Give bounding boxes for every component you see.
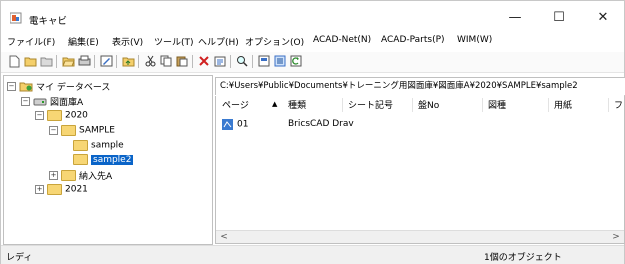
menu-acad-parts[interactable]: ACAD-Parts(P) xyxy=(381,35,445,45)
folder-icon xyxy=(47,110,62,121)
view-large-icon[interactable] xyxy=(257,54,271,68)
database-icon xyxy=(19,82,33,92)
title-bar: 電キャビ — ☐ ✕ xyxy=(1,1,624,31)
tree-item-sample2[interactable]: sample2 xyxy=(73,154,134,166)
folder-icon xyxy=(73,140,88,151)
properties-icon[interactable] xyxy=(213,54,227,68)
collapse-icon[interactable]: − xyxy=(49,126,58,135)
main-window: 電キャビ — ☐ ✕ ファイル(F) 編集(E) 表示(V) ツール(T) ヘル… xyxy=(0,0,625,264)
path-bar: C:¥Users¥Public¥Documents¥トレーニング用図面庫¥図面庫… xyxy=(215,77,625,95)
tree-item-sample[interactable]: sample xyxy=(73,140,124,152)
toolbar-separator xyxy=(252,55,253,68)
column-header-more[interactable]: フ xyxy=(614,98,623,111)
column-header-paper[interactable]: 用紙 xyxy=(554,98,572,111)
tree-item-2021[interactable]: +2021 xyxy=(35,184,88,196)
column-divider[interactable] xyxy=(482,98,483,112)
tree-item-sample-folder[interactable]: − SAMPLE xyxy=(49,125,115,137)
close-button[interactable]: ✕ xyxy=(581,1,625,31)
refresh-icon[interactable] xyxy=(289,54,303,68)
folder-icon xyxy=(47,184,62,195)
folder-open-icon xyxy=(73,154,88,165)
toolbar xyxy=(1,52,624,73)
status-text: レディ xyxy=(6,253,33,263)
row-type: BricsCAD Drav xyxy=(288,119,354,129)
column-divider[interactable] xyxy=(608,98,609,112)
cut-icon[interactable] xyxy=(143,54,157,68)
toolbar-separator xyxy=(56,55,57,68)
tree-item-client-a[interactable]: + 納入先A xyxy=(49,169,112,182)
copy-icon[interactable] xyxy=(159,54,173,68)
menu-file[interactable]: ファイル(F) xyxy=(7,35,55,48)
folder-icon xyxy=(61,125,76,136)
menu-wim[interactable]: WIM(W) xyxy=(457,35,492,45)
collapse-icon[interactable]: − xyxy=(7,82,16,91)
menu-help[interactable]: ヘルプ(H) xyxy=(198,35,239,48)
toolbar-separator xyxy=(230,55,231,68)
paste-icon[interactable] xyxy=(175,54,189,68)
column-header-page[interactable]: ページ xyxy=(222,98,249,111)
toolbar-separator xyxy=(94,55,95,68)
horizontal-scrollbar[interactable]: < > xyxy=(216,230,624,243)
column-header-panel-no[interactable]: 盤No xyxy=(418,98,439,111)
up-folder-icon[interactable] xyxy=(121,54,135,68)
maximize-button[interactable]: ☐ xyxy=(537,1,581,31)
column-divider[interactable] xyxy=(412,98,413,112)
column-header-type[interactable]: 種類 xyxy=(288,98,306,111)
object-count: 1個のオブジェクト xyxy=(484,253,562,263)
row-page: 01 xyxy=(237,119,249,130)
menu-options[interactable]: オプション(O) xyxy=(245,35,304,48)
new-icon[interactable] xyxy=(7,54,21,68)
open-icon[interactable] xyxy=(23,54,37,68)
file-list[interactable]: ページ ▲ 種類 シート記号 盤No 図種 用紙 フ 01 BricsCAD D… xyxy=(215,96,625,244)
column-divider[interactable] xyxy=(548,98,549,112)
folder-icon xyxy=(61,170,76,181)
cad-file-icon xyxy=(222,119,233,130)
menu-edit[interactable]: 編集(E) xyxy=(68,35,99,48)
menu-acad-net[interactable]: ACAD-Net(N) xyxy=(313,35,371,45)
scroll-right-icon[interactable]: > xyxy=(610,231,622,243)
print-icon[interactable] xyxy=(77,54,91,68)
delete-icon[interactable] xyxy=(197,54,211,68)
collapse-icon[interactable]: − xyxy=(21,97,30,106)
sort-up-icon: ▲ xyxy=(272,100,278,108)
drive-icon xyxy=(33,98,47,106)
toolbar-separator xyxy=(192,55,193,68)
minimize-button[interactable]: — xyxy=(493,1,537,31)
table-row[interactable]: 01 xyxy=(222,119,248,131)
folder-open-icon[interactable] xyxy=(61,54,75,68)
column-header-drawing-type[interactable]: 図種 xyxy=(488,98,506,111)
menu-bar: ファイル(F) 編集(E) 表示(V) ツール(T) ヘルプ(H) オプション(… xyxy=(1,33,624,49)
toolbar-separator xyxy=(116,55,117,68)
expand-icon[interactable]: + xyxy=(49,171,58,180)
menu-tools[interactable]: ツール(T) xyxy=(154,35,194,48)
tree-item-library[interactable]: − 図面庫A xyxy=(21,95,83,108)
menu-view[interactable]: 表示(V) xyxy=(112,35,143,48)
tree-item-2020[interactable]: −2020 xyxy=(35,110,88,122)
edit-icon[interactable] xyxy=(99,54,113,68)
toolbar-separator xyxy=(138,55,139,68)
status-bar: レディ 1個のオブジェクト xyxy=(1,245,624,264)
window-title: 電キャビ xyxy=(29,16,68,27)
column-divider[interactable] xyxy=(342,98,343,112)
scroll-left-icon[interactable]: < xyxy=(218,231,230,243)
folder-tree[interactable]: − マイ データベース − 図面庫A −2020 − SAMPLE sample sa… xyxy=(3,75,213,245)
app-logo-icon xyxy=(10,12,22,24)
folder-icon[interactable] xyxy=(39,54,53,68)
tree-item-root[interactable]: − マイ データベース xyxy=(7,80,110,93)
collapse-icon[interactable]: − xyxy=(35,111,44,120)
search-icon[interactable] xyxy=(235,54,249,68)
expand-icon[interactable]: + xyxy=(35,185,44,194)
column-header-sheet[interactable]: シート記号 xyxy=(348,98,393,111)
view-details-icon[interactable] xyxy=(273,54,287,68)
